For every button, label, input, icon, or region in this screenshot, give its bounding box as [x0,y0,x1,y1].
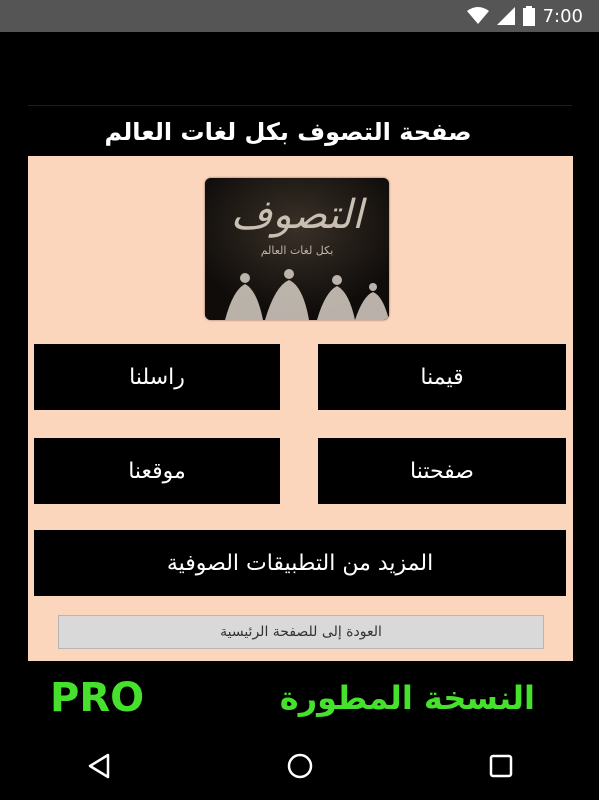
status-clock: 7:00 [542,5,583,27]
top-divider [28,105,572,106]
contact-us-button[interactable]: راسلنا [34,344,280,410]
more-sufi-apps-button[interactable]: المزيد من التطبيقات الصوفية [34,530,566,596]
pro-banner: PRO النسخة المطورة [28,668,573,730]
home-circle-icon[interactable] [286,752,314,780]
pro-label: PRO [50,675,145,721]
our-page-button[interactable]: صفحتنا [318,438,566,504]
wifi-icon [466,7,489,25]
phone-screen: 7:00 صفحة التصوف بكل لغات العالم التصوف … [0,0,599,800]
navigation-bar [0,732,599,800]
battery-icon [522,6,535,26]
main-panel: التصوف بكل لغات العالم راسلنا قيمنا موقع… [28,156,573,661]
page-title: صفحة التصوف بكل لغات العالم [104,118,472,146]
signal-icon [496,7,515,25]
sufi-logo-icon: التصوف بكل لغات العالم [205,178,389,320]
status-bar: 7:00 [0,0,599,32]
back-to-home-button[interactable]: العودة إلى للصفحة الرئيسية [58,615,544,649]
recent-apps-square-icon[interactable] [487,752,515,780]
status-icons: 7:00 [466,5,583,27]
edition-label: النسخة المطورة [279,679,535,717]
our-website-button[interactable]: موقعنا [34,438,280,504]
back-triangle-icon[interactable] [86,752,114,780]
logo-calligraphy: التصوف [230,192,364,238]
our-values-button[interactable]: قيمنا [318,344,566,410]
logo-subtitle: بكل لغات العالم [260,244,334,257]
